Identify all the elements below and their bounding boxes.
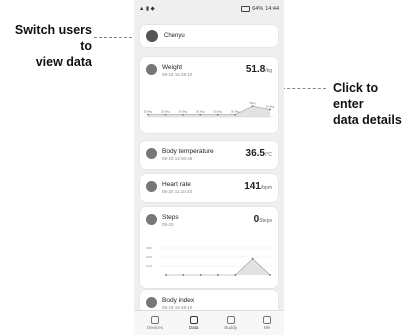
steps-y-tick: 1000 [146,264,153,268]
weight-point [216,113,219,116]
status-bar: ▲ ▮ ◆ 64% 14:44 [134,0,284,18]
tab-buddy[interactable]: Buddy [224,316,237,330]
annotation-click-details: Click to enter data details [333,80,411,128]
tab-devices[interactable]: Devices [147,316,163,330]
tab-buddy-label: Buddy [224,325,238,330]
heart-rate-time: 06-20 11:10:43 [162,189,192,194]
tab-bar: Devices Data Buddy Me [134,310,284,335]
weight-point [234,113,237,116]
heart-rate-title: Heart rate [162,181,191,188]
steps-area [166,258,270,275]
weight-point [251,105,254,108]
signal-icons: ▲ ▮ ◆ [139,6,155,12]
weight-point [147,113,149,116]
steps-time: 08-20 [162,222,174,227]
heart-icon [146,181,157,192]
body-index-title: Body index [162,297,195,304]
tab-devices-label: Devices [146,325,163,330]
weight-point-label: 50.9kg [144,110,153,114]
person-icon [263,316,272,324]
thermometer-icon [146,148,157,159]
weight-point [269,108,271,111]
user-switcher[interactable]: Chenyu [140,25,278,47]
temperature-unit: /°C [265,152,272,158]
heart-rate-value: 141 [244,181,261,192]
weight-title: Weight [162,64,183,71]
weight-card[interactable]: Weight 05-18 16:49:10 51.8/kg 50.9kg 50.9… [140,57,278,133]
phone-screen: ▲ ▮ ◆ 64% 14:44 Chenyu Weight 05-18 16:4… [134,0,284,335]
tab-data-label: Data [188,325,199,330]
tab-data[interactable]: Data [188,316,199,330]
temperature-value: 36.5 [245,148,265,159]
annotation-switch-users: Switch users to view data [0,22,92,70]
leader-line-left [94,37,132,38]
tab-me[interactable]: Me [263,316,272,330]
annotation-click-line2: data details [333,113,402,127]
weight-point-label: 50.9kg [231,110,240,114]
steps-y-tick: 2000 [146,255,153,259]
weight-point [181,113,184,116]
user-name: Chenyu [164,33,185,39]
weight-point-label: 50.9kg [214,110,223,114]
tab-me-label: Me [263,325,271,330]
weight-point [199,113,202,116]
avatar [146,30,158,42]
annotation-click-line1: Click to enter [333,81,379,111]
battery-icon [241,6,251,12]
steps-point [217,274,219,276]
weight-value: 51.8 [245,64,266,75]
steps-point [234,274,237,276]
steps-card[interactable]: Steps 08-20 0Steps 3000 2000 1000 [140,207,278,288]
steps-y-tick: 3000 [146,246,153,250]
home-icon [150,316,159,324]
weight-point-label: 50.9kg [179,110,188,114]
people-icon [226,316,235,324]
weight-point-label: 50kg [250,101,257,105]
weight-point-label: 50.9kg [161,110,170,114]
heart-rate-unit: /bpm [260,185,272,191]
steps-point [182,274,185,276]
temperature-card[interactable]: Body temperature 06-10 12:00:48 36.5/°C [140,141,278,169]
weight-chart: 50.9kg 50.9kg 50.9kg 50.9kg 50.9kg 50.9kg 50kg… [144,101,274,118]
annotation-switch-line1: Switch users to [14,23,92,53]
weight-time: 05-18 16:49:10 [162,72,193,77]
steps-unit: Steps [259,218,272,224]
steps-title: Steps [162,214,179,221]
weight-point-label: 51.8kg [266,105,274,109]
body-index-icon [146,297,157,308]
steps-point [199,274,202,276]
steps-point [165,274,167,276]
heart-rate-card[interactable]: Heart rate 06-20 11:10:43 141/bpm [140,174,278,202]
weight-point-label: 50.9kg [196,110,205,114]
chart-icon [189,316,198,324]
steps-chart: 3000 2000 1000 [146,246,272,276]
battery-level: 64% [252,6,264,12]
status-time: 14:44 [265,6,279,12]
weight-point [164,113,167,116]
footprint-icon [146,214,157,225]
steps-point [269,274,271,276]
leader-line-right [282,88,326,89]
temperature-time: 06-10 12:00:48 [162,156,193,161]
weight-unit: /kg [265,68,272,74]
steps-point [251,257,254,260]
temperature-title: Body temperature [162,148,214,155]
annotation-switch-line2: view data [35,55,92,69]
scale-icon [146,64,157,75]
